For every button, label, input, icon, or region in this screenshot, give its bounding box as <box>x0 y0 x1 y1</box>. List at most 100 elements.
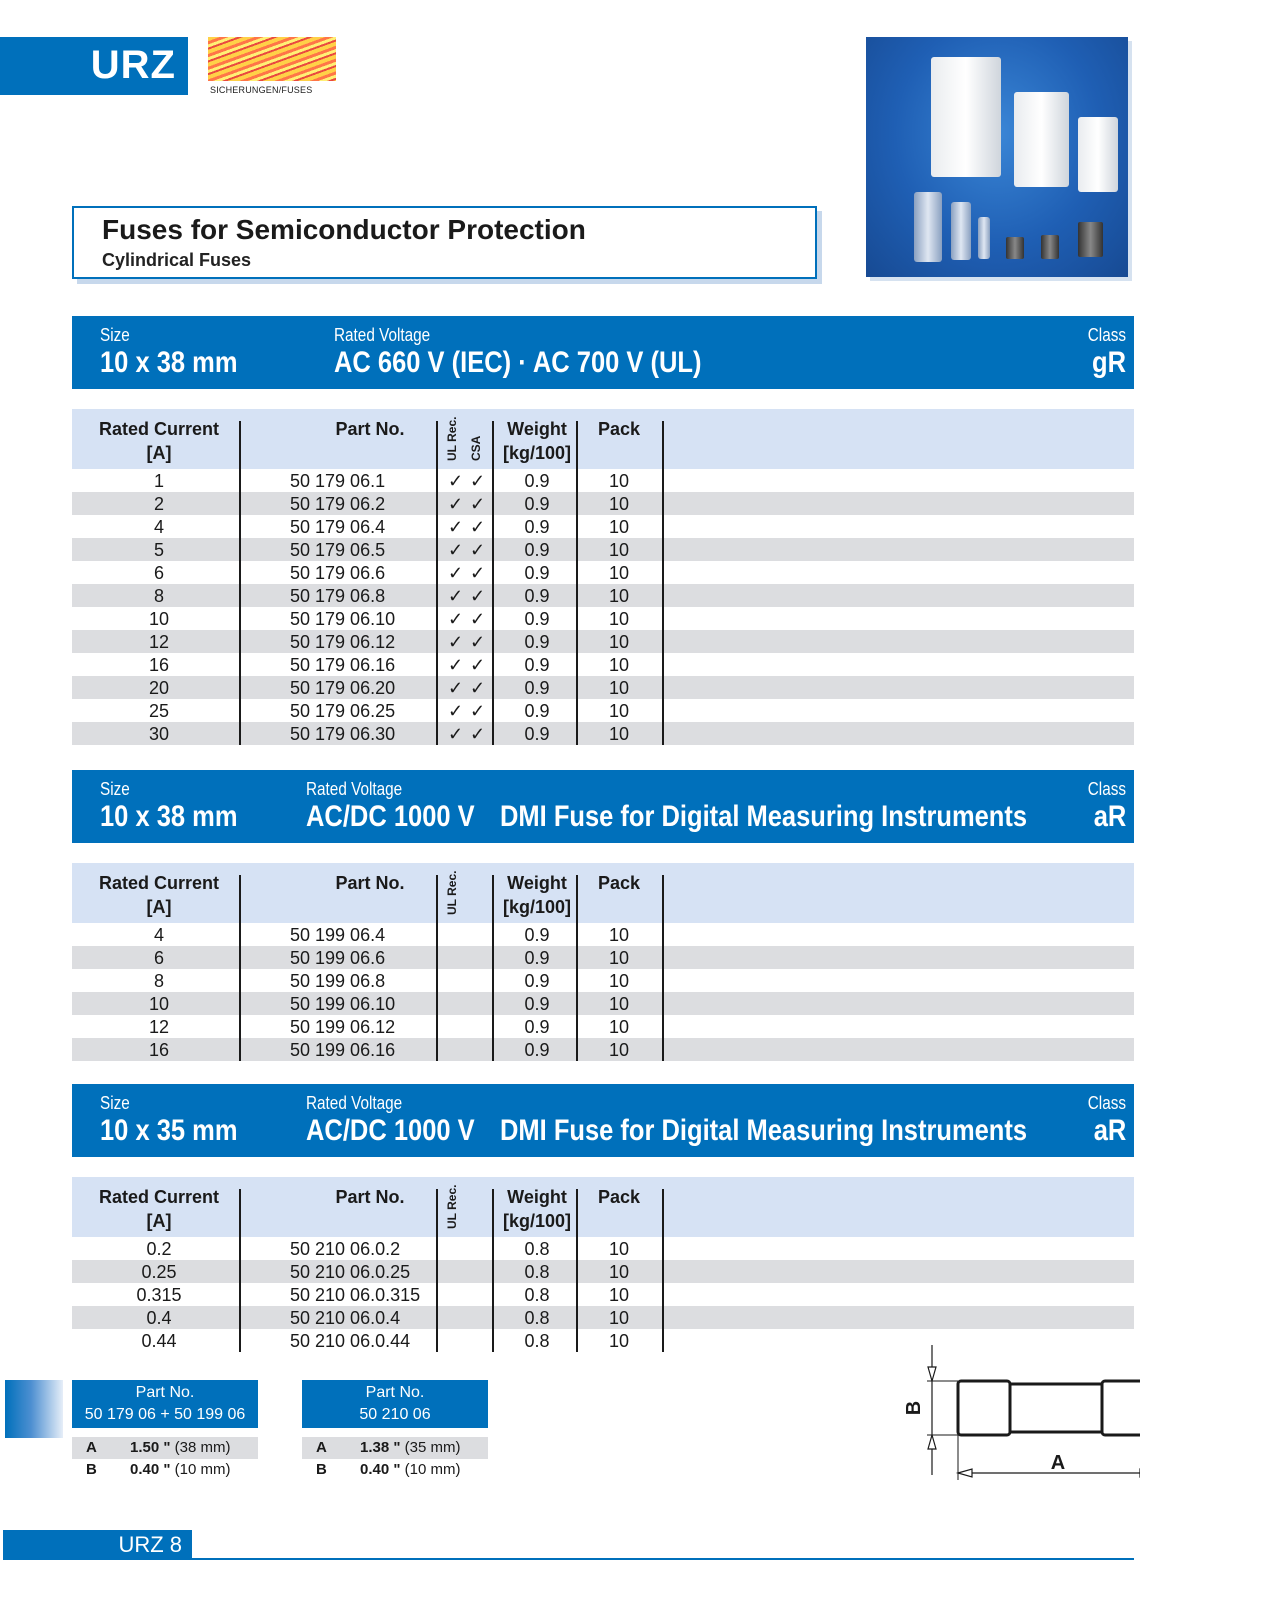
dimension-inch: 0.40 " <box>360 1461 401 1478</box>
size-label: Size <box>100 1093 130 1113</box>
csa-check-icon: ✓ <box>470 609 486 629</box>
col-weight-label: Weight <box>507 1187 567 1207</box>
table-row: 8 50 199 06.8 0.9 10 <box>72 969 1134 992</box>
col-pack: Pack <box>597 1187 641 1207</box>
table-row: 6 50 179 06.6 ✓ ✓ 0.9 10 <box>72 561 1134 584</box>
pack-cell: 10 <box>608 948 630 968</box>
part-no-cell: 50 179 06.6 <box>290 563 386 583</box>
part-no-cell: 50 179 06.12 <box>290 632 396 652</box>
ul-check-icon: ✓ <box>448 632 464 652</box>
col-rated-current-unit: [A] <box>146 443 172 463</box>
column-divider <box>436 1189 438 1352</box>
table-row: 0.315 50 210 06.0.315 0.8 10 <box>72 1283 1134 1306</box>
weight-cell: 0.8 <box>524 1308 550 1328</box>
pack-cell: 10 <box>608 655 630 675</box>
pack-cell: 10 <box>608 1308 630 1328</box>
ul-check-icon: ✓ <box>448 609 464 629</box>
ul-check-icon: ✓ <box>448 563 464 583</box>
weight-cell: 0.9 <box>524 609 550 629</box>
csa-check-icon: ✓ <box>470 494 486 514</box>
weight-cell: 0.9 <box>524 563 550 583</box>
ul-check-icon: ✓ <box>448 517 464 537</box>
part-no-cell: 50 179 06.8 <box>290 586 386 606</box>
rated-voltage-label: Rated Voltage <box>306 779 403 799</box>
table-row: 4 50 179 06.4 ✓ ✓ 0.9 10 <box>72 515 1134 538</box>
ul-check-icon: ✓ <box>448 655 464 675</box>
pack-cell: 10 <box>608 971 630 991</box>
pack-cell: 10 <box>608 540 630 560</box>
part-no-cell: 50 179 06.10 <box>290 609 396 629</box>
rated-voltage-value: AC/DC 1000 V <box>306 1114 475 1147</box>
rated-voltage-value: AC/DC 1000 V <box>306 800 475 833</box>
class-value: aR <box>1093 1114 1126 1147</box>
rated-current-cell: 12 <box>148 1017 170 1037</box>
csa-check-icon: ✓ <box>470 655 486 675</box>
table-row: 0.2 50 210 06.0.2 0.8 10 <box>72 1237 1134 1260</box>
dimension-label-b: B <box>903 1401 925 1415</box>
ul-check-icon: ✓ <box>448 494 464 514</box>
part-no-cell: 50 179 06.25 <box>290 701 396 721</box>
col-part-no: Part No. <box>335 873 405 893</box>
fuse-flame-logo-icon <box>208 37 336 81</box>
rated-current-cell: 2 <box>153 494 164 514</box>
column-divider <box>576 1189 578 1352</box>
pack-cell: 10 <box>608 1239 630 1259</box>
col-rated-current-unit: [A] <box>146 1211 172 1231</box>
weight-cell: 0.9 <box>524 1040 550 1060</box>
dimension-row: A 1.50 " (38 mm) <box>72 1437 258 1459</box>
table-row: 12 50 199 06.12 0.9 10 <box>72 1015 1134 1038</box>
fuse-table: Rated Current [A] Part No. UL Rec. Weigh… <box>72 863 1134 1061</box>
fuse-table: Rated Current [A] Part No. UL Rec. Weigh… <box>72 1177 1134 1352</box>
part-no-cell: 50 179 06.16 <box>290 655 396 675</box>
section-description: DMI Fuse for Digital Measuring Instrumen… <box>500 800 1028 833</box>
fuse-outline-icon: A B <box>903 1345 1157 1480</box>
rated-current-cell: 25 <box>148 701 170 721</box>
col-ul-rec: UL Rec. <box>445 416 459 461</box>
weight-cell: 0.9 <box>524 701 550 721</box>
pack-cell: 10 <box>608 1040 630 1060</box>
rated-current-cell: 4 <box>153 925 164 945</box>
part-no-cell: 50 199 06.4 <box>290 925 386 945</box>
rated-current-cell: 30 <box>148 724 170 744</box>
part-no-cell: 50 199 06.10 <box>290 994 396 1014</box>
weight-cell: 0.9 <box>524 925 550 945</box>
col-rated-current-label: Rated Current <box>98 419 219 439</box>
product-photo <box>866 37 1128 277</box>
col-rated-current: Rated Current [A] <box>94 417 224 465</box>
part-no-cell: 50 179 06.4 <box>290 517 386 537</box>
col-rated-current-label: Rated Current <box>98 1187 219 1207</box>
pack-cell: 10 <box>608 1285 630 1305</box>
table-row: 10 50 199 06.10 0.9 10 <box>72 992 1134 1015</box>
col-weight-label: Weight <box>507 873 567 893</box>
col-weight-unit: [kg/100] <box>502 1211 572 1231</box>
col-weight-unit: [kg/100] <box>502 897 572 917</box>
pack-cell: 10 <box>608 471 630 491</box>
dimension-mm: (35 mm) <box>404 1439 461 1456</box>
pack-cell: 10 <box>608 517 630 537</box>
weight-cell: 0.9 <box>524 540 550 560</box>
part-no-cell: 50 210 06.0.2 <box>290 1239 401 1259</box>
fuse-table: Rated Current [A] Part No. UL Rec. CSA W… <box>72 409 1134 745</box>
col-weight: Weight [kg/100] <box>497 417 577 465</box>
table-row: 20 50 179 06.20 ✓ ✓ 0.9 10 <box>72 676 1134 699</box>
ul-check-icon: ✓ <box>448 724 464 744</box>
dimension-head-value: 50 179 06 + 50 199 06 <box>84 1406 246 1423</box>
table-header: Rated Current [A] Part No. UL Rec. CSA W… <box>72 409 1134 469</box>
pack-cell: 10 <box>608 994 630 1014</box>
rated-current-cell: 6 <box>153 948 164 968</box>
part-no-cell: 50 199 06.12 <box>290 1017 396 1037</box>
col-pack: Pack <box>597 419 641 439</box>
table-header: Rated Current [A] Part No. UL Rec. Weigh… <box>72 1177 1134 1237</box>
rated-current-cell: 0.44 <box>141 1331 177 1351</box>
csa-check-icon: ✓ <box>470 471 486 491</box>
column-divider <box>492 875 494 1061</box>
class-value: aR <box>1093 800 1126 833</box>
pack-cell: 10 <box>608 678 630 698</box>
weight-cell: 0.9 <box>524 655 550 675</box>
rated-current-cell: 16 <box>148 655 170 675</box>
part-no-cell: 50 179 06.1 <box>290 471 386 491</box>
dimension-inch: 0.40 " <box>130 1461 171 1478</box>
page-subtitle: Cylindrical Fuses <box>102 250 252 270</box>
footer-divider <box>192 1558 1134 1560</box>
part-no-cell: 50 210 06.0.315 <box>290 1285 421 1305</box>
